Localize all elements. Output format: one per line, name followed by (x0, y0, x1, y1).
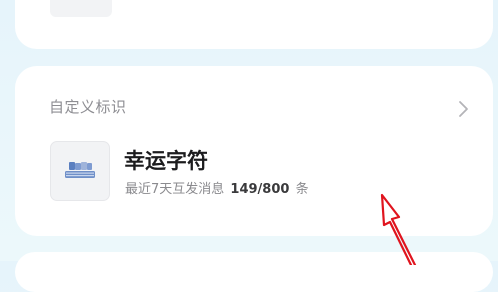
chevron-right-icon[interactable] (456, 100, 470, 118)
annotation-arrow-icon (370, 185, 450, 267)
lucky-character-badge-icon (50, 141, 110, 201)
section-title: 自定义标识 (49, 98, 127, 116)
badge-stats: 最近7天互发消息 149/800 条 (125, 178, 309, 197)
stat-unit: 条 (295, 182, 309, 197)
previous-card (15, 0, 493, 49)
stat-label: 最近7天互发消息 (125, 182, 225, 197)
badge-name: 幸运字符 (124, 149, 208, 173)
stat-count: 149/800 (230, 182, 290, 197)
previous-card-thumbnail (50, 0, 112, 17)
